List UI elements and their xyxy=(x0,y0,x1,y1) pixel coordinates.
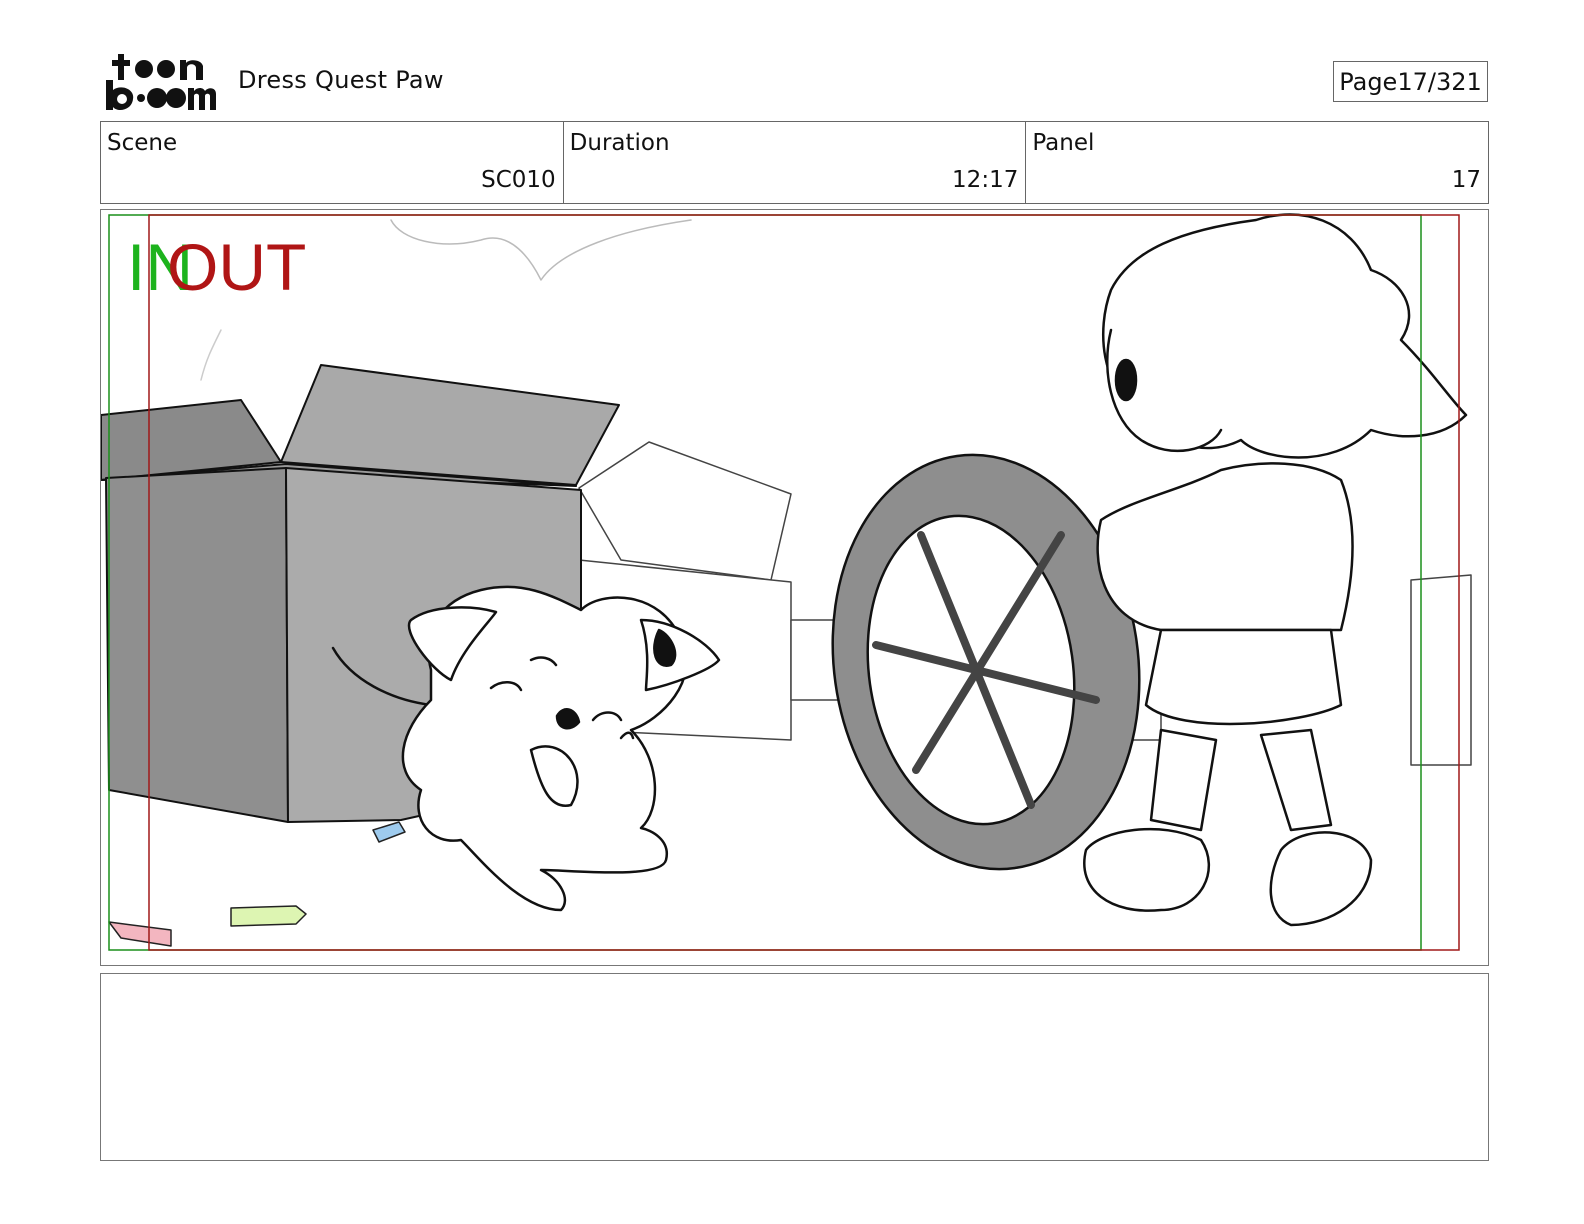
out-marker: OUT xyxy=(167,230,307,304)
panel-label: Panel xyxy=(1032,130,1095,156)
in-out-marker: IN OUT xyxy=(127,232,327,302)
storyboard-panel[interactable]: IN OUT xyxy=(100,209,1489,966)
scene-label: Scene xyxy=(107,130,178,156)
scene-value: SC010 xyxy=(481,167,556,193)
page-value: 17/321 xyxy=(1397,67,1482,96)
page-indicator: Page 17/321 xyxy=(1333,61,1488,102)
duration-label: Duration xyxy=(569,130,670,156)
wheel-prop xyxy=(831,453,1141,871)
panel-value: 17 xyxy=(1451,167,1482,193)
project-title: Dress Quest Paw xyxy=(238,66,444,94)
panel-notes-box[interactable] xyxy=(100,973,1489,1161)
scene-cell: Scene SC010 xyxy=(101,122,564,203)
crayons xyxy=(108,821,406,947)
girl-character xyxy=(1083,213,1468,927)
duration-value: 12:17 xyxy=(952,167,1019,193)
panel-info-table: Scene SC010 Duration 12:17 Panel 17 xyxy=(100,121,1489,204)
toon-boom-logo-icon xyxy=(106,54,216,111)
panel-artwork xyxy=(101,213,1472,951)
page-label: Page xyxy=(1339,67,1398,96)
duration-cell: Duration 12:17 xyxy=(564,122,1027,203)
panel-cell: Panel 17 xyxy=(1026,122,1488,203)
toon-boom-logo xyxy=(104,50,216,112)
